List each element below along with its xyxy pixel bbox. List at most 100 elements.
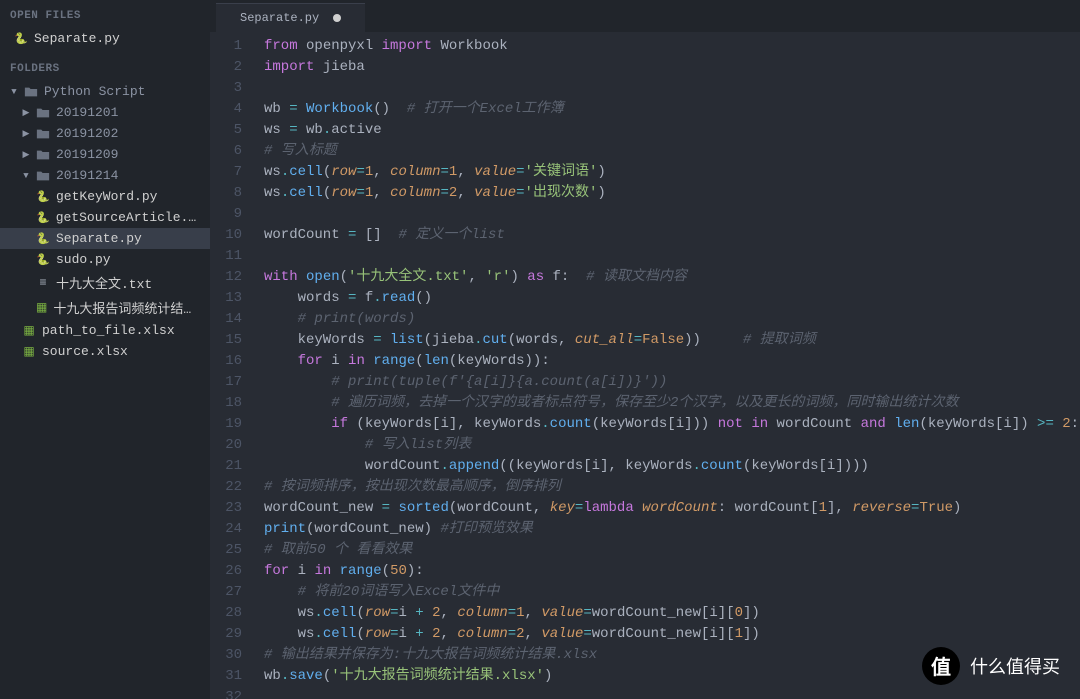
code-line[interactable]: keyWords = list(jieba.cut(words, cut_all… bbox=[264, 330, 1079, 351]
chevron-icon: ▶ bbox=[22, 108, 30, 118]
line-number: 15 bbox=[210, 330, 242, 351]
file-label: getSourceArticle.py bbox=[56, 210, 200, 225]
code-editor[interactable]: 1234567891011121314151617181920212223242… bbox=[210, 32, 1080, 699]
folder-item[interactable]: ▼ 20191214 bbox=[0, 165, 210, 186]
code-line[interactable]: import jieba bbox=[264, 57, 1079, 78]
file-item[interactable]: getSourceArticle.py bbox=[0, 207, 210, 228]
file-item[interactable]: path_to_file.xlsx bbox=[0, 320, 210, 341]
line-number: 17 bbox=[210, 372, 242, 393]
line-number: 4 bbox=[210, 99, 242, 120]
code-line[interactable]: ws.cell(row=i + 2, column=2, value=wordC… bbox=[264, 624, 1079, 645]
file-label: getKeyWord.py bbox=[56, 189, 157, 204]
chevron-icon: ▼ bbox=[22, 171, 30, 181]
line-number: 32 bbox=[210, 687, 242, 699]
line-number: 1 bbox=[210, 36, 242, 57]
code-line[interactable]: with open('十九大全文.txt', 'r') as f: # 读取文档… bbox=[264, 267, 1079, 288]
line-number: 23 bbox=[210, 498, 242, 519]
py-icon bbox=[36, 190, 50, 204]
code-line[interactable]: # print(tuple(f'{a[i]}{a.count(a[i])}')) bbox=[264, 372, 1079, 393]
tab-dirty-icon bbox=[333, 14, 341, 22]
code-line[interactable]: ws.cell(row=1, column=1, value='关键词语') bbox=[264, 162, 1079, 183]
code-line[interactable]: print(wordCount_new) #打印预览效果 bbox=[264, 519, 1079, 540]
code-line[interactable]: for i in range(50): bbox=[264, 561, 1079, 582]
line-number: 20 bbox=[210, 435, 242, 456]
folder-label: 20191209 bbox=[56, 147, 118, 162]
code-line[interactable]: # 将前20词语写入Excel文件中 bbox=[264, 582, 1079, 603]
chevron-icon: ▶ bbox=[22, 129, 30, 139]
line-number: 28 bbox=[210, 603, 242, 624]
line-number: 10 bbox=[210, 225, 242, 246]
folder-item[interactable]: ▼Python Script bbox=[0, 81, 210, 102]
folder-item[interactable]: ▶ 20191202 bbox=[0, 123, 210, 144]
watermark: 值 什么值得买 bbox=[922, 647, 1060, 685]
line-number: 2 bbox=[210, 57, 242, 78]
file-label: Separate.py bbox=[34, 31, 120, 46]
file-item[interactable]: source.xlsx bbox=[0, 341, 210, 362]
sidebar: OPEN FILES Separate.py FOLDERS ▼Python S… bbox=[0, 0, 210, 699]
folders-header: FOLDERS bbox=[0, 57, 210, 81]
code-line[interactable] bbox=[264, 687, 1079, 699]
code-line[interactable] bbox=[264, 78, 1079, 99]
file-item[interactable]: Separate.py bbox=[0, 228, 210, 249]
code-line[interactable]: # 写入list列表 bbox=[264, 435, 1079, 456]
file-item[interactable]: sudo.py bbox=[0, 249, 210, 270]
line-gutter: 1234567891011121314151617181920212223242… bbox=[210, 32, 252, 699]
code-line[interactable]: # 遍历词频，去掉一个汉字的或者标点符号，保存至少2个汉字，以及更长的词频，同时… bbox=[264, 393, 1079, 414]
code-line[interactable]: # print(words) bbox=[264, 309, 1079, 330]
line-number: 22 bbox=[210, 477, 242, 498]
code-line[interactable]: ws = wb.active bbox=[264, 120, 1079, 141]
code-line[interactable] bbox=[264, 204, 1079, 225]
line-number: 11 bbox=[210, 246, 242, 267]
code-line[interactable]: # 按词频排序，按出现次数最高顺序，倒序排列 bbox=[264, 477, 1079, 498]
file-item[interactable]: 十九大报告词频统计结果.xlsx bbox=[0, 295, 210, 320]
code-area[interactable]: from openpyxl import Workbookimport jieb… bbox=[252, 32, 1079, 699]
py-icon bbox=[14, 32, 28, 46]
line-number: 30 bbox=[210, 645, 242, 666]
file-item[interactable]: getKeyWord.py bbox=[0, 186, 210, 207]
folder-label: 20191214 bbox=[56, 168, 118, 183]
folder-item[interactable]: ▶ 20191201 bbox=[0, 102, 210, 123]
code-line[interactable]: ws.cell(row=1, column=2, value='出现次数') bbox=[264, 183, 1079, 204]
chevron-icon: ▶ bbox=[22, 150, 30, 160]
py-icon bbox=[36, 232, 50, 246]
code-line[interactable]: ws.cell(row=i + 2, column=1, value=wordC… bbox=[264, 603, 1079, 624]
folder-label: 20191202 bbox=[56, 126, 118, 141]
editor-main: Separate.py 1234567891011121314151617181… bbox=[210, 0, 1080, 699]
line-number: 21 bbox=[210, 456, 242, 477]
folder-item[interactable]: ▶ 20191209 bbox=[0, 144, 210, 165]
tab-separate-py[interactable]: Separate.py bbox=[216, 3, 365, 32]
folder-label: 20191201 bbox=[56, 105, 118, 120]
file-label: 十九大报告词频统计结果.xlsx bbox=[53, 298, 200, 317]
file-item[interactable]: Separate.py bbox=[0, 28, 210, 49]
code-line[interactable]: # 取前50 个 看看效果 bbox=[264, 540, 1079, 561]
code-line[interactable]: if (keyWords[i], keyWords.count(keyWords… bbox=[264, 414, 1079, 435]
code-line[interactable]: words = f.read() bbox=[264, 288, 1079, 309]
txt-icon bbox=[36, 276, 50, 290]
line-number: 13 bbox=[210, 288, 242, 309]
line-number: 6 bbox=[210, 141, 242, 162]
py-icon bbox=[36, 253, 50, 267]
code-line[interactable]: wordCount.append((keyWords[i], keyWords.… bbox=[264, 456, 1079, 477]
tab-bar: Separate.py bbox=[210, 0, 1080, 32]
xlsx-icon bbox=[22, 345, 36, 359]
line-number: 9 bbox=[210, 204, 242, 225]
file-item[interactable]: 十九大全文.txt bbox=[0, 270, 210, 295]
line-number: 26 bbox=[210, 561, 242, 582]
folder-icon bbox=[36, 127, 50, 141]
line-number: 31 bbox=[210, 666, 242, 687]
folder-icon bbox=[36, 106, 50, 120]
code-line[interactable]: # 写入标题 bbox=[264, 141, 1079, 162]
line-number: 24 bbox=[210, 519, 242, 540]
line-number: 5 bbox=[210, 120, 242, 141]
line-number: 16 bbox=[210, 351, 242, 372]
line-number: 25 bbox=[210, 540, 242, 561]
code-line[interactable]: wordCount = [] # 定义一个list bbox=[264, 225, 1079, 246]
code-line[interactable]: wordCount_new = sorted(wordCount, key=la… bbox=[264, 498, 1079, 519]
open-files-header: OPEN FILES bbox=[0, 4, 210, 28]
code-line[interactable] bbox=[264, 246, 1079, 267]
code-line[interactable]: for i in range(len(keyWords)): bbox=[264, 351, 1079, 372]
code-line[interactable]: wb = Workbook() # 打开一个Excel工作簿 bbox=[264, 99, 1079, 120]
line-number: 3 bbox=[210, 78, 242, 99]
code-line[interactable]: from openpyxl import Workbook bbox=[264, 36, 1079, 57]
app-root: OPEN FILES Separate.py FOLDERS ▼Python S… bbox=[0, 0, 1080, 699]
